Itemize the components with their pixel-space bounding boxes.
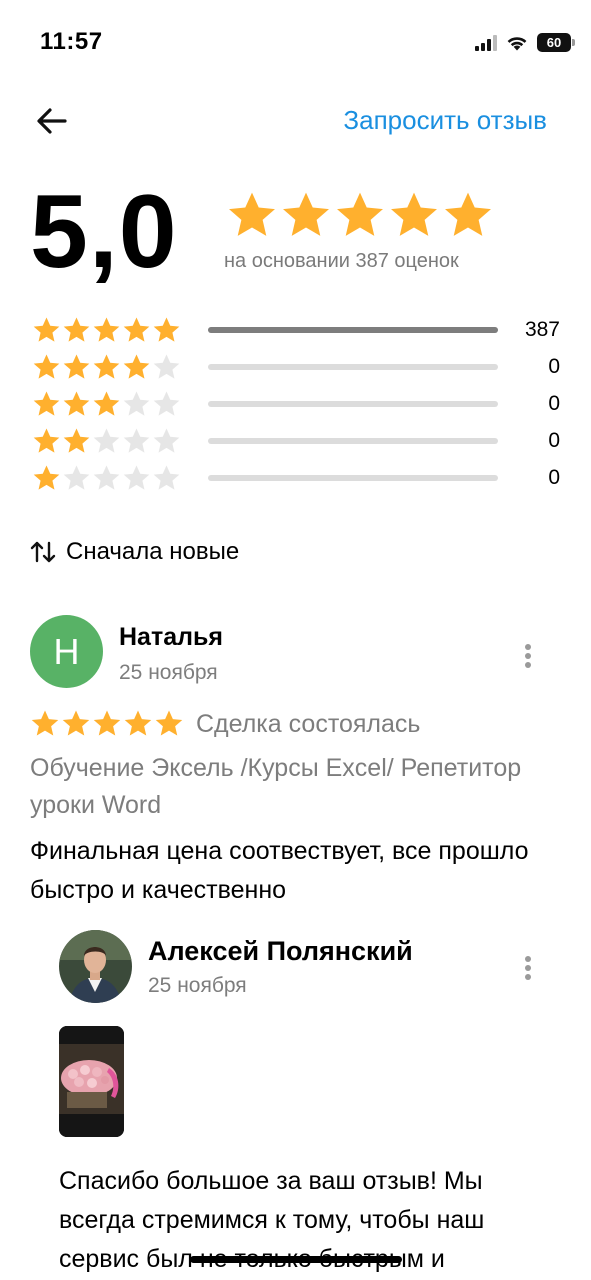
average-rating: 5,0 [30,174,178,290]
review-service: Обучение Эксель /Курсы Excel/ Репетитор … [30,754,522,819]
star-empty-icon [153,465,180,490]
distribution-stars [32,464,192,493]
distribution-row: 0 [32,349,562,386]
star-filled-icon [62,710,90,736]
review-more-button[interactable] [518,641,538,671]
person-photo-icon [59,930,132,1003]
star-filled-icon [391,192,437,236]
star-filled-icon [33,391,60,416]
star-filled-icon [93,317,120,342]
dot [525,653,531,659]
star-filled-icon [93,710,121,736]
sort-label: Сначала новые [66,538,240,565]
star-filled-icon [153,317,180,342]
distribution-row: 387 [32,312,562,349]
star-filled-icon [63,354,90,379]
star-filled-icon [337,192,383,236]
distribution-stars [32,353,192,382]
status-icons: 60 [475,33,575,52]
star-empty-icon [93,465,120,490]
deal-status: Сделка состоялась [196,709,421,738]
review-author: Наталья [119,623,223,651]
star-filled-icon [445,192,491,236]
reply-date: 25 ноября [148,974,247,997]
star-filled-icon [33,317,60,342]
home-indicator [190,1256,402,1263]
distribution-bar [208,327,498,333]
star-empty-icon [123,428,150,453]
sort-control[interactable]: Сначала новые [30,538,239,566]
reply-author: Алексей Полянский [148,936,413,966]
distribution-count: 387 [524,318,560,341]
star-filled-icon [155,710,183,736]
dot [525,956,531,962]
review-stars [30,709,184,739]
top-nav: Запросить отзыв [0,95,591,145]
distribution-bar-fill [208,327,498,333]
distribution-count: 0 [548,429,560,452]
star-empty-icon [153,428,180,453]
star-filled-icon [229,192,275,236]
distribution-row: 0 [32,423,562,460]
star-empty-icon [153,391,180,416]
star-empty-icon [63,465,90,490]
distribution-stars [32,390,192,419]
dot [525,965,531,971]
average-rating-stars [226,190,494,242]
star-empty-icon [123,465,150,490]
review-rating: Сделка состоялась [30,709,420,739]
reply-more-button[interactable] [518,953,538,983]
dot [525,644,531,650]
star-filled-icon [63,428,90,453]
distribution-bar [208,364,498,370]
reply-photo-thumbnail[interactable] [59,1026,124,1137]
reply-avatar [59,930,132,1003]
star-filled-icon [33,428,60,453]
star-filled-icon [63,391,90,416]
battery-icon: 60 [537,33,575,52]
signal-icon [475,34,497,51]
status-bar: 11:57 60 [0,0,591,88]
distribution-stars [32,427,192,456]
distribution-row: 0 [32,460,562,497]
star-filled-icon [33,354,60,379]
star-filled-icon [93,391,120,416]
star-empty-icon [93,428,120,453]
star-filled-icon [124,710,152,736]
distribution-row: 0 [32,386,562,423]
avatar: H [30,615,103,688]
distribution-bar [208,401,498,407]
flowers-photo-icon [59,1026,124,1137]
distribution-stars [32,316,192,345]
status-time: 11:57 [40,28,103,55]
wifi-icon [507,37,527,51]
star-filled-icon [93,354,120,379]
star-filled-icon [283,192,329,236]
rating-distribution: 387 0 0 0 0 [32,312,562,497]
star-filled-icon [123,317,150,342]
distribution-bar [208,438,498,444]
distribution-count: 0 [548,392,560,415]
star-filled-icon [33,465,60,490]
star-empty-icon [153,354,180,379]
sort-arrows-icon [30,541,56,563]
back-button[interactable] [34,103,70,139]
dot [525,662,531,668]
review-text: Финальная цена соотвествует, все прошло … [30,837,529,904]
distribution-bar [208,475,498,481]
distribution-count: 0 [548,466,560,489]
dot [525,974,531,980]
arrow-left-icon [37,108,67,134]
star-empty-icon [123,391,150,416]
distribution-count: 0 [548,355,560,378]
star-filled-icon [123,354,150,379]
request-review-link[interactable]: Запросить отзыв [343,105,547,136]
star-filled-icon [31,710,59,736]
rating-caption: на основании 387 оценок [224,250,459,272]
star-filled-icon [63,317,90,342]
review-date: 25 ноября [119,661,218,684]
